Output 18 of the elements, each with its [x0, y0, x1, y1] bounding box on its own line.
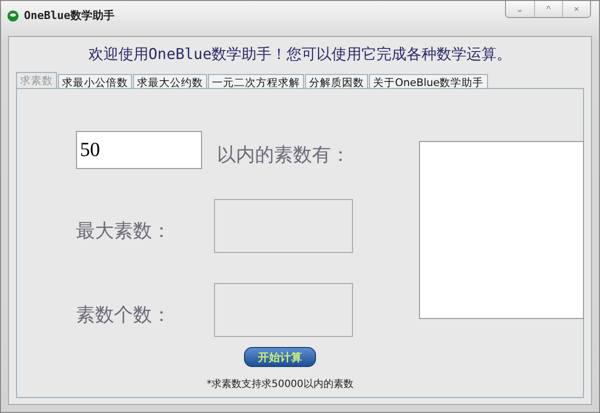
- limit-input[interactable]: 50: [76, 131, 202, 169]
- tab[interactable]: 求最小公倍数: [58, 74, 132, 89]
- app-logo-icon: [7, 10, 19, 22]
- minimize-button[interactable]: ⌄: [506, 1, 534, 17]
- tab[interactable]: 关于OneBlue数学助手: [369, 74, 488, 89]
- close-button[interactable]: ×: [562, 1, 590, 17]
- tab[interactable]: 一元二次方程求解: [208, 74, 304, 89]
- limit-label: 以内的素数有：: [217, 142, 351, 168]
- welcome-text: 欢迎使用OneBlue数学助手！您可以使用它完成各种数学运算。: [87, 45, 513, 64]
- count-label: 素数个数：: [76, 302, 172, 328]
- prime-list[interactable]: [419, 141, 584, 319]
- max-prime-label: 最大素数：: [76, 218, 172, 244]
- tab[interactable]: 分解质因数: [305, 74, 368, 89]
- maximize-button[interactable]: ^: [534, 1, 562, 17]
- window-title: OneBlue数学助手: [7, 8, 114, 23]
- note-text: *求素数支持求50000以内的素数: [206, 378, 354, 391]
- start-button[interactable]: 开始计算: [244, 347, 316, 367]
- tab[interactable]: 求最大公约数: [133, 74, 207, 89]
